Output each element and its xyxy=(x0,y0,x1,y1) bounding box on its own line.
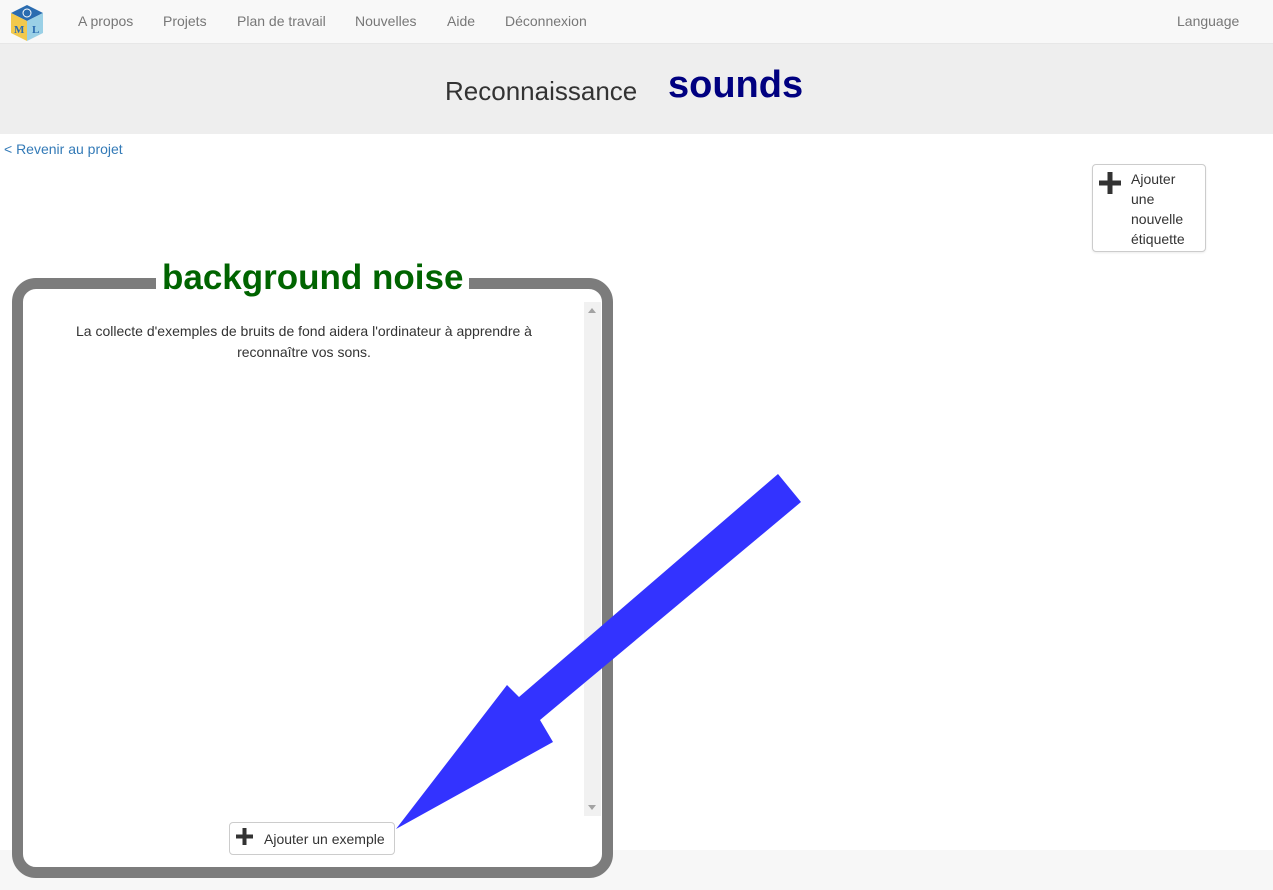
plus-icon xyxy=(1099,172,1121,194)
page-header: Reconnaissance sounds xyxy=(0,44,1273,134)
card-scrollbar[interactable] xyxy=(584,302,601,816)
language-menu[interactable]: Language xyxy=(1177,13,1239,29)
scroll-up-arrow-icon[interactable] xyxy=(588,308,596,313)
page-title-label: Reconnaissance xyxy=(445,76,638,106)
logo-letter-l: L xyxy=(32,24,39,36)
nav-item-plan-de-travail[interactable]: Plan de travail xyxy=(237,13,326,29)
add-example-button[interactable]: Ajouter un exemple xyxy=(229,822,395,855)
scroll-down-arrow-icon[interactable] xyxy=(588,805,596,810)
add-new-label-text: Ajouter une nouvelle étiquette xyxy=(1131,171,1185,247)
ml-logo-icon[interactable]: M L xyxy=(9,4,45,42)
project-name: sounds xyxy=(668,64,804,106)
nav-item-projets[interactable]: Projets xyxy=(163,13,207,29)
nav-item-deconnexion[interactable]: Déconnexion xyxy=(505,13,587,29)
nav-item-aide[interactable]: Aide xyxy=(447,13,475,29)
nav-item-apropos[interactable]: A propos xyxy=(78,13,133,29)
label-title: background noise xyxy=(156,258,470,298)
nav-item-nouvelles[interactable]: Nouvelles xyxy=(355,13,416,29)
logo-letter-m: M xyxy=(14,24,25,36)
add-example-text: Ajouter un exemple xyxy=(264,831,385,847)
label-card xyxy=(12,278,613,878)
label-description: La collecte d'exemples de bruits de fond… xyxy=(76,323,532,360)
add-new-label-button[interactable]: Ajouter une nouvelle étiquette xyxy=(1092,164,1206,252)
top-navbar: M L A propos Projets Plan de travail Nou… xyxy=(0,0,1273,44)
plus-icon xyxy=(236,828,253,845)
back-to-project-link[interactable]: < Revenir au projet xyxy=(4,141,123,157)
